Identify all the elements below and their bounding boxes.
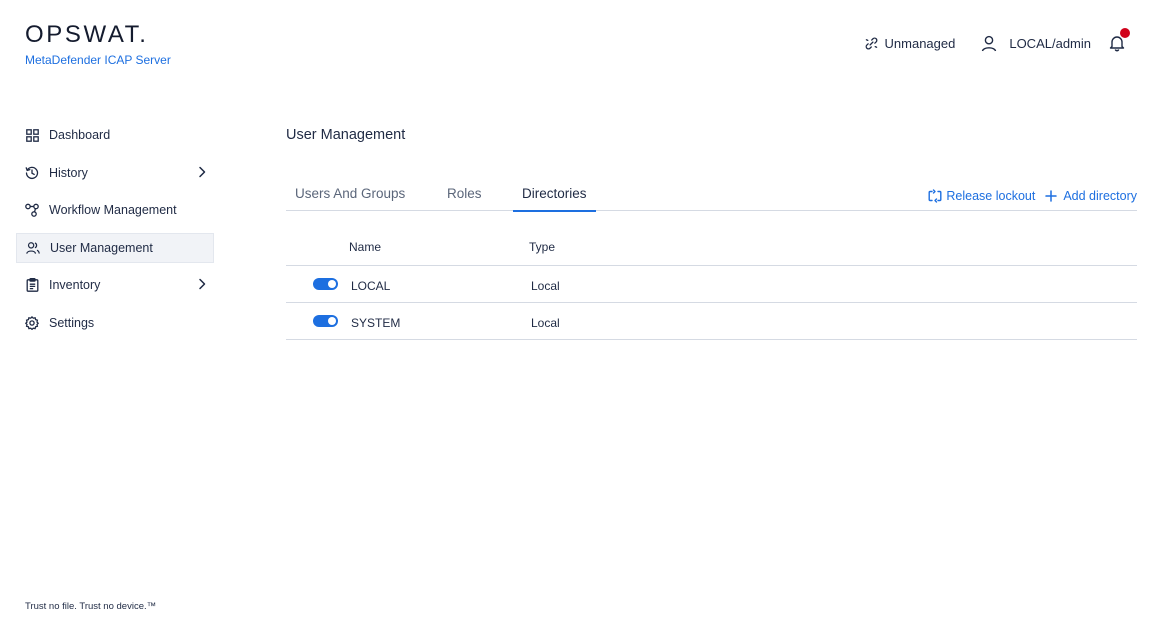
user-name: LOCAL/admin [1009,35,1091,51]
page-title: User Management [286,127,406,143]
user-menu[interactable]: LOCAL/admin [981,35,1091,52]
directories-table: Name Type LOCAL Local SYSTEM Local [286,228,1137,340]
brand-logo: OPSWAT. MetaDefender ICAP Server [25,21,171,68]
add-directory-button[interactable]: Add directory [1045,189,1137,203]
sidebar-item-label: History [49,165,88,180]
history-icon [25,166,39,180]
managed-status[interactable]: Unmanaged [865,35,956,51]
chevron-right-icon [198,278,206,293]
brand-tagline: Trust no file. Trust no device.™ [25,601,157,612]
sidebar-item-label: Dashboard [49,128,111,142]
grid-icon [25,128,39,142]
directory-type: Local [531,316,560,330]
link-broken-icon [865,37,878,50]
managed-status-label: Unmanaged [884,35,956,51]
gear-icon [25,315,39,330]
sidebar-item-settings[interactable]: Settings [16,308,214,338]
clipboard-icon [25,278,39,292]
tab-roles[interactable]: Roles [447,186,482,210]
sidebar-item-history[interactable]: History [16,158,214,188]
product-name: MetaDefender ICAP Server [25,53,171,67]
users-icon [26,241,40,255]
table-header: Name Type [286,228,1137,266]
toggle-knob [328,280,336,288]
notifications-button[interactable] [1109,28,1130,52]
tab-bar: Users And Groups Roles Directories Relea… [286,186,1137,212]
top-bar: Unmanaged LOCAL/admin [865,28,1130,56]
logo-wordmark: OPSWAT. [25,21,149,48]
table-row: LOCAL Local [286,266,1137,303]
release-lockout-label: Release lockout [946,189,1036,203]
user-icon [981,35,997,52]
tab-users-and-groups[interactable]: Users And Groups [295,186,405,210]
sidebar: Dashboard History Workflow Management Us… [16,120,214,345]
plus-icon [1045,190,1058,202]
column-header-name: Name [349,240,382,254]
sidebar-item-label: Inventory [49,278,101,292]
directory-name: LOCAL [351,279,391,293]
notification-badge [1120,28,1130,38]
sidebar-item-label: Workflow Management [49,203,177,217]
chevron-right-icon [198,166,206,181]
toggle-knob [328,317,336,325]
sidebar-item-label: User Management [50,240,153,255]
sidebar-item-dashboard[interactable]: Dashboard [16,120,214,150]
sidebar-item-workflow-management[interactable]: Workflow Management [16,195,214,225]
directory-enabled-toggle[interactable] [313,315,338,327]
sidebar-item-label: Settings [49,315,95,330]
table-row: SYSTEM Local [286,303,1137,340]
sidebar-item-inventory[interactable]: Inventory [16,270,214,300]
tab-directories[interactable]: Directories [513,186,596,212]
workflow-icon [25,203,39,217]
tab-actions: Release lockout Add directory [928,189,1137,203]
add-directory-label: Add directory [1063,189,1137,203]
sidebar-item-user-management[interactable]: User Management [16,232,214,263]
refresh-icon [928,189,942,203]
directory-enabled-toggle[interactable] [313,278,338,290]
column-header-type: Type [529,240,556,254]
directory-name: SYSTEM [351,316,401,330]
directory-type: Local [531,279,560,293]
release-lockout-button[interactable]: Release lockout [928,189,1035,203]
